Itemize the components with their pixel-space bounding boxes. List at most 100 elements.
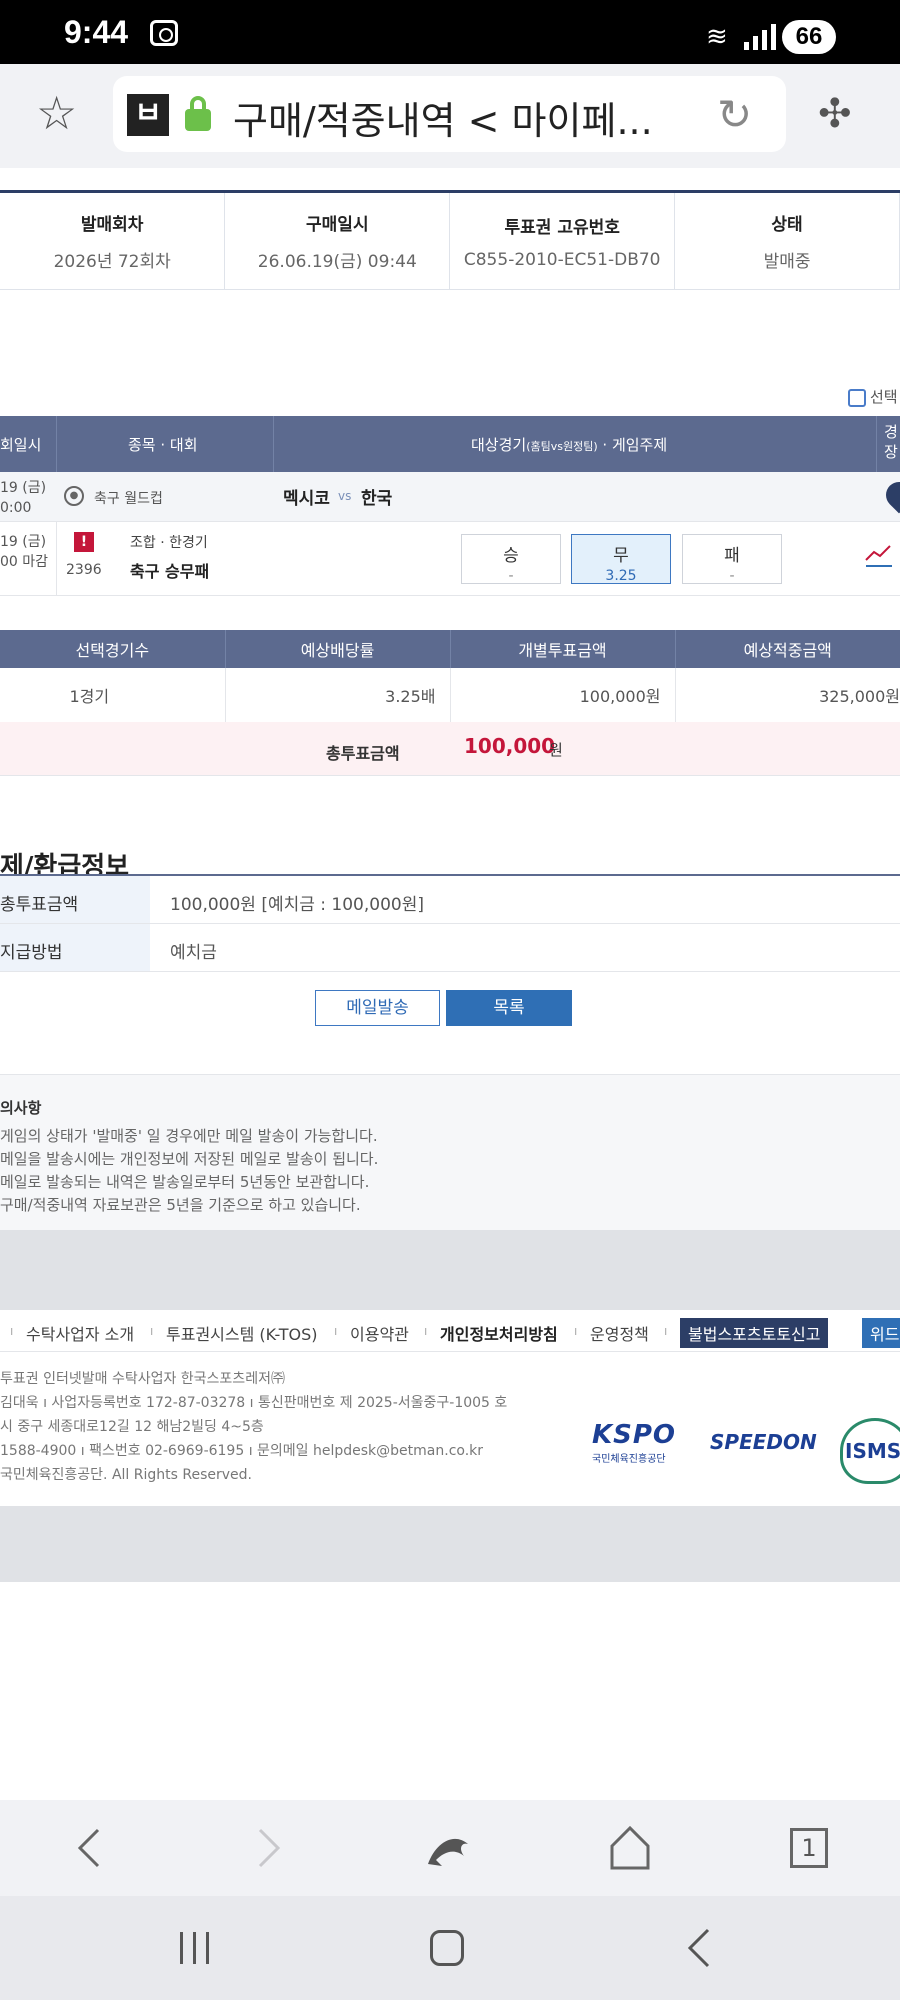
- footer-link-policy[interactable]: 운영정책: [590, 1321, 649, 1345]
- payment-label: 지급방법: [0, 924, 150, 971]
- game-row: 19 (금) 00 마감 ! 2396 조합 · 한경기 축구 승무패 승- 무3…: [0, 522, 900, 596]
- total-bet-row: 총투표금액 100,000 원: [0, 722, 900, 776]
- notice-line: 메일을 발송시에는 개인정보에 저장된 메일로 발송이 됩니다.: [0, 1150, 379, 1168]
- notice-title: 의사항: [0, 1099, 42, 1117]
- isms-logo: ISMS: [840, 1418, 900, 1484]
- footer-link-terms[interactable]: 이용약관: [350, 1321, 409, 1345]
- footer-info-line: 국민체육진흥공단. All Rights Reserved.: [0, 1467, 252, 1483]
- notice-box: 의사항 게임의 상태가 '발매중' 일 경우에만 메일 발송이 가능합니다. 메…: [0, 1074, 900, 1230]
- footer-link-privacy[interactable]: 개인정보처리방침: [440, 1321, 558, 1345]
- game-type: 조합 · 한경기: [130, 535, 208, 551]
- battery-indicator: 66: [782, 20, 836, 54]
- sum-odds: 3.25배: [225, 668, 451, 723]
- footer-info-line: 김대욱 ı 사업자등록번호 172-87-03278 ı 통신판매번호 제 20…: [0, 1395, 508, 1411]
- footer-link-with[interactable]: 위드: [862, 1318, 900, 1348]
- payment-value: 예치금: [170, 943, 217, 963]
- game-date: 19 (금) 00 마감: [0, 534, 49, 570]
- total-unit: 원: [549, 741, 563, 759]
- total-amount: 100,000: [464, 734, 556, 758]
- soccer-ball-icon: ●: [64, 486, 84, 506]
- signal-icon: [744, 22, 776, 50]
- info-cell-status: 상태 발매중: [674, 191, 900, 290]
- info-cell-datetime: 구매일시 26.06.19(금) 09:44: [224, 191, 451, 290]
- payment-value: 100,000원 [예치금 : 100,000원]: [170, 895, 425, 915]
- option-win[interactable]: 승-: [461, 534, 561, 584]
- sum-expected: 325,000원: [675, 668, 900, 723]
- sum-count: 1경기: [0, 668, 226, 723]
- status-bar: 9:44 ≋ 66: [0, 0, 900, 64]
- system-back-icon[interactable]: [684, 1926, 714, 1970]
- site-favicon-icon: ㅂ: [127, 94, 169, 136]
- browser-bottom-bar: 1: [0, 1800, 900, 1896]
- game-number: 2396: [66, 562, 102, 578]
- page-content: 발매회차 2026년 72회차 구매일시 26.06.19(금) 09:44 투표권…: [0, 168, 900, 1800]
- match-date: 19 (금) 0:00: [0, 480, 47, 516]
- footer-info-line: 시 중구 세종대로12길 12 해남2빌딩 4~5층: [0, 1419, 264, 1435]
- screenshot-icon: [150, 20, 178, 46]
- checkbox-icon[interactable]: [848, 388, 866, 407]
- footer-spacer: [0, 1230, 900, 1310]
- notice-line: 구매/적중내역 자료보관은 5년을 기준으로 하고 있습니다.: [0, 1196, 361, 1214]
- footer-link-report[interactable]: 불법스포츠토토신고: [680, 1318, 829, 1348]
- match-home: 멕시코: [283, 489, 330, 509]
- header-match: 대상경기(홈팀vs원정팀) · 게임주제: [471, 436, 668, 454]
- speedon-logo: SPEEDON: [710, 1430, 817, 1454]
- game-name: 축구 승무패: [130, 562, 210, 581]
- dolphin-icon[interactable]: [424, 1826, 474, 1870]
- system-nav-bar: [0, 1896, 900, 2000]
- match-vs: vs: [338, 489, 352, 503]
- notice-line: 게임의 상태가 '발매중' 일 경우에만 메일 발송이 가능합니다.: [0, 1127, 378, 1145]
- home-icon[interactable]: [608, 1824, 652, 1870]
- header-event: 종목 · 대회: [128, 436, 198, 454]
- match-away: 한국: [361, 489, 393, 509]
- footer-link-consignee[interactable]: 수탁사업자 소개: [26, 1321, 134, 1345]
- purchase-info-table: 발매회차 2026년 72회차 구매일시 26.06.19(금) 09:44 투표권…: [0, 190, 900, 290]
- total-label: 총투표금액: [326, 744, 400, 763]
- status-time: 9:44: [64, 14, 129, 50]
- browser-toolbar: ☆ ㅂ 구매/적중내역 < 마이페... ↻ ✣: [0, 64, 900, 168]
- sum-amount: 100,000원: [450, 668, 676, 723]
- sum-header-expected: 예상적중금액: [675, 630, 900, 668]
- header-last: 경 장: [884, 423, 898, 461]
- page-bottom-spacer: [0, 1506, 900, 1582]
- lock-icon[interactable]: [185, 96, 211, 131]
- wifi-icon: ≋: [706, 22, 728, 52]
- footer-link-ktos[interactable]: 투표권시스템 (K-TOS): [166, 1321, 318, 1345]
- footer-info-line: 투표권 인터넷발매 수탁사업자 한국스포츠레저㈜: [0, 1371, 285, 1387]
- forward-icon[interactable]: [254, 1826, 284, 1870]
- bookmark-star-icon[interactable]: ☆: [36, 90, 77, 136]
- info-cell-round: 발매회차 2026년 72회차: [0, 191, 226, 290]
- info-cell-ticket-id: 투표권 고유번호 C855-2010-EC51-DB70: [449, 191, 676, 290]
- list-button[interactable]: 목록: [446, 990, 572, 1026]
- match-event: 축구 월드컵: [94, 491, 163, 507]
- payment-table: 총투표금액 100,000원 [예치금 : 100,000원] 지급방법 예치금: [0, 874, 900, 972]
- select-checkbox[interactable]: 선택: [848, 386, 898, 407]
- option-lose[interactable]: 패-: [682, 534, 782, 584]
- sum-header-count: 선택경기수: [0, 630, 226, 668]
- option-draw[interactable]: 무 3.25: [571, 534, 671, 584]
- map-pin-icon[interactable]: [880, 476, 900, 514]
- footer-info-line: 1588-4900 ı 팩스번호 02-6969-6195 ı 문의메일 hel…: [0, 1443, 484, 1459]
- send-mail-button[interactable]: 메일발송: [315, 990, 440, 1026]
- game-table-header: 회일시 종목 · 대회 대상경기(홈팀vs원정팀) · 게임주제 경 장: [0, 416, 900, 472]
- payment-row-method: 지급방법 예치금: [0, 924, 900, 972]
- url-field[interactable]: ㅂ 구매/적중내역 < 마이페... ↻: [113, 76, 786, 152]
- payment-label: 총투표금액: [0, 876, 150, 923]
- payment-row-amount: 총투표금액 100,000원 [예치금 : 100,000원]: [0, 876, 900, 924]
- footer-links: ı 수탁사업자 소개 ı 투표권시스템 (K-TOS) ı 이용약관 ı 개인정…: [0, 1310, 900, 1352]
- sum-header-amount: 개별투표금액: [450, 630, 676, 668]
- notice-line: 메일로 발송되는 내역은 발송일로부터 5년동안 보관합니다.: [0, 1173, 370, 1191]
- kspo-logo: KSPO 국민체육진흥공단: [592, 1420, 677, 1465]
- header-time: 회일시: [0, 436, 42, 454]
- home-button-icon[interactable]: [430, 1930, 464, 1966]
- tabs-count-button[interactable]: 1: [790, 1828, 828, 1868]
- back-icon[interactable]: [74, 1826, 104, 1870]
- recent-apps-icon[interactable]: [180, 1932, 209, 1964]
- reload-icon[interactable]: ↻: [717, 94, 752, 136]
- extensions-icon[interactable]: ✣: [818, 94, 852, 134]
- trend-chart-icon[interactable]: [864, 542, 894, 568]
- url-text: 구매/적중내역 < 마이페...: [233, 99, 653, 143]
- alert-icon: !: [74, 532, 94, 552]
- sum-header-odds: 예상배당률: [225, 630, 451, 668]
- match-row: 19 (금) 0:00 ● 축구 월드컵 멕시코 vs 한국: [0, 472, 900, 522]
